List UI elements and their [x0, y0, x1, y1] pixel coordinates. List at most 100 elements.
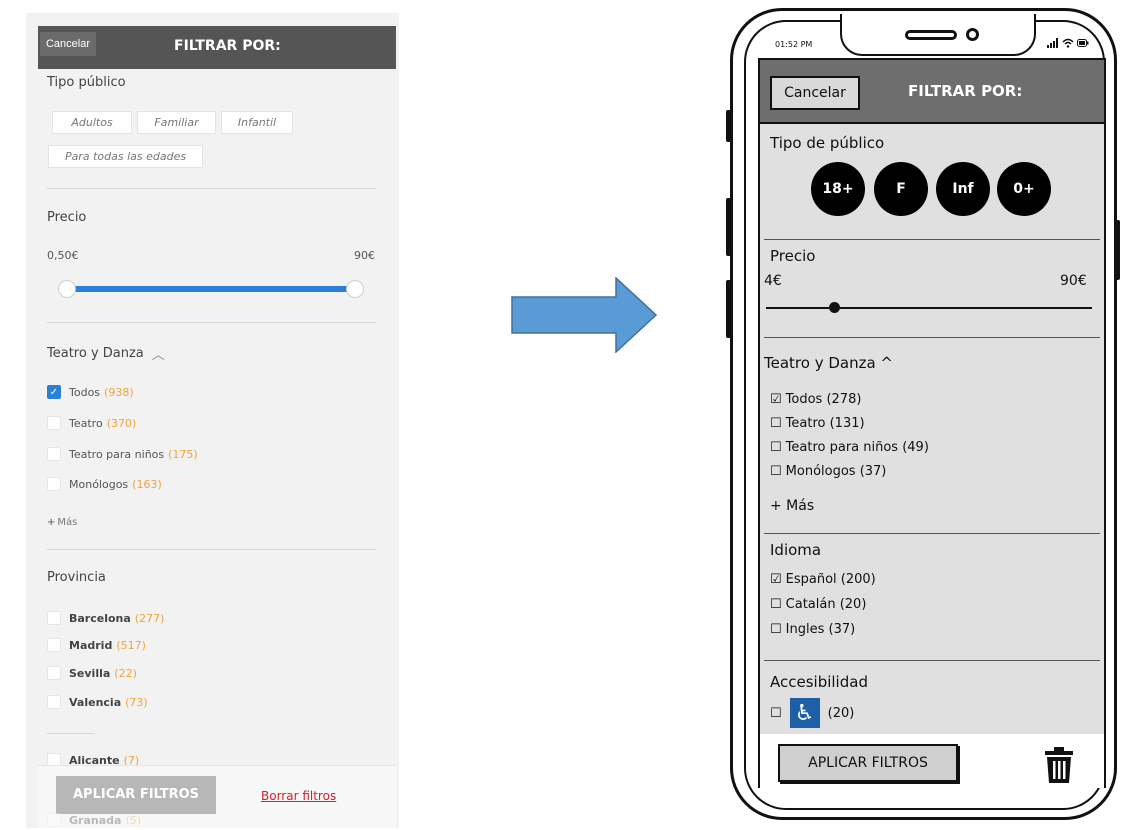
- count-badge: (938): [104, 385, 134, 399]
- chip-todas-edades[interactable]: Para todas las edades: [48, 145, 203, 168]
- theatre-section-title[interactable]: Teatro y Danza ^: [764, 354, 893, 372]
- chip-familiar[interactable]: Familiar: [137, 111, 216, 134]
- checkbox-label: Teatro: [69, 416, 103, 430]
- checkbox-row-teatro[interactable]: Teatro (370): [47, 414, 136, 432]
- checkbox-row-teatro-ninos[interactable]: ☐ Teatro para niños (49): [770, 440, 929, 455]
- checkbox-label: Español (200): [785, 572, 876, 587]
- status-icons: [1047, 38, 1089, 48]
- more-label: Más: [57, 516, 78, 528]
- price-max-label: 90€: [354, 249, 375, 262]
- count-badge: (370): [106, 416, 137, 430]
- language-section-title: Idioma: [770, 541, 822, 559]
- apply-filters-button[interactable]: APLICAR FILTROS: [778, 744, 958, 782]
- checkbox-label: Todos: [69, 385, 101, 399]
- cancel-button[interactable]: Cancelar: [770, 76, 860, 110]
- price-slider-handle[interactable]: [829, 302, 840, 313]
- price-slider-max-handle[interactable]: [346, 280, 364, 298]
- checkbox-row-espanol[interactable]: ☑ Español (200): [770, 572, 876, 587]
- filter-header: Cancelar FILTRAR POR:: [38, 26, 396, 69]
- checkbox-icon[interactable]: ☐: [770, 597, 782, 612]
- divider: [764, 533, 1100, 534]
- checkbox-row-todos[interactable]: ✓ Todos (938): [47, 383, 134, 401]
- clear-filters-link[interactable]: Borrar filtros: [261, 789, 336, 803]
- price-slider-min-handle[interactable]: [58, 280, 76, 298]
- price-slider-track[interactable]: [67, 286, 356, 292]
- count-badge: (163): [132, 477, 162, 491]
- audience-chip-family[interactable]: F: [874, 162, 928, 216]
- checkbox-row-todos[interactable]: ☑ Todos (278): [770, 392, 861, 407]
- checkbox-label: Barcelona: [69, 611, 131, 625]
- divider: [764, 660, 1100, 661]
- price-section-title: Precio: [770, 247, 816, 265]
- phone-side-button: [726, 280, 731, 338]
- phone-side-button: [1115, 220, 1120, 280]
- checkbox-label: Teatro para niños (49): [785, 440, 929, 455]
- checkbox-icon[interactable]: ☐: [770, 464, 782, 479]
- checkbox-row-barcelona[interactable]: Barcelona (277): [47, 609, 164, 627]
- checkbox[interactable]: [47, 666, 61, 680]
- checkbox[interactable]: [47, 447, 61, 461]
- chevron-up-icon: ︿: [151, 347, 165, 363]
- divider: [47, 549, 376, 550]
- checkbox-row-ingles[interactable]: ☐ Ingles (37): [770, 622, 855, 637]
- checkbox-row-catalan[interactable]: ☐ Catalán (20): [770, 597, 866, 612]
- checkbox-label: Todos (278): [785, 392, 862, 407]
- count-badge: (73): [125, 695, 148, 709]
- trash-icon[interactable]: [1042, 746, 1076, 784]
- checkbox-row-madrid[interactable]: Madrid (517): [47, 636, 146, 654]
- checkbox-row-teatro[interactable]: ☐ Teatro (131): [770, 416, 865, 431]
- checkbox-row-granada[interactable]: Granada (5): [47, 811, 141, 828]
- checkbox-row-monologos[interactable]: Monólogos (163): [47, 475, 162, 493]
- divider: [764, 337, 1100, 338]
- checkbox-label: Monólogos (37): [785, 464, 887, 479]
- checkbox-icon[interactable]: ☐: [770, 706, 782, 721]
- page-title: FILTRAR POR:: [174, 38, 281, 54]
- checkbox-row-monologos[interactable]: ☐ Monólogos (37): [770, 464, 886, 479]
- price-min-label: 0,50€: [47, 249, 79, 262]
- checkbox-icon[interactable]: ☐: [770, 440, 782, 455]
- divider: [764, 239, 1100, 240]
- more-link[interactable]: + Más: [770, 498, 814, 514]
- checkbox-icon[interactable]: ☐: [770, 622, 782, 637]
- more-link[interactable]: + Más: [47, 513, 77, 531]
- audience-chip-infant[interactable]: Inf: [936, 162, 990, 216]
- checkbox-checked-icon[interactable]: ☑: [770, 392, 782, 407]
- checkbox-checked-icon[interactable]: ✓: [47, 385, 61, 399]
- apply-filters-button[interactable]: APLICAR FILTROS: [56, 776, 216, 814]
- checkbox-checked-icon[interactable]: ☑: [770, 572, 782, 587]
- checkbox-label: Monólogos: [69, 477, 129, 491]
- checkbox[interactable]: [47, 638, 61, 652]
- checkbox[interactable]: [47, 477, 61, 491]
- status-time: 01:52 PM: [775, 40, 813, 49]
- checkbox-icon[interactable]: ☐: [770, 416, 782, 431]
- count-badge: (22): [114, 666, 137, 680]
- signal-icon: [1047, 38, 1058, 48]
- audience-section-title: Tipo público: [47, 75, 126, 90]
- audience-chip-all-ages[interactable]: 0+: [997, 162, 1051, 216]
- price-section-title: Precio: [47, 210, 87, 225]
- checkbox[interactable]: [47, 695, 61, 709]
- checkbox-row-valencia[interactable]: Valencia (73): [47, 693, 148, 711]
- checkbox-label: Catalán (20): [785, 597, 867, 612]
- checkbox-row-sevilla[interactable]: Sevilla (22): [47, 664, 137, 682]
- checkbox[interactable]: [47, 611, 61, 625]
- checkbox[interactable]: [47, 813, 61, 827]
- comparison-canvas: Cancelar FILTRAR POR: Tipo público Adult…: [0, 0, 1130, 830]
- checkbox-row-teatro-ninos[interactable]: Teatro para niños (175): [47, 445, 198, 463]
- wifi-icon: [1062, 38, 1074, 48]
- phone-side-button: [726, 110, 731, 142]
- audience-chip-adult[interactable]: 18+: [811, 162, 865, 216]
- price-slider-track[interactable]: [766, 307, 1092, 309]
- page-title: FILTRAR POR:: [908, 82, 1023, 100]
- checkbox-label: Valencia: [69, 695, 122, 709]
- checkbox-label: Madrid: [69, 638, 113, 652]
- checkbox-label: Sevilla: [69, 666, 111, 680]
- chip-infantil[interactable]: Infantil: [221, 111, 293, 134]
- theatre-section-header[interactable]: Teatro y Danza ︿: [47, 344, 165, 363]
- cancel-button[interactable]: Cancelar: [40, 32, 96, 56]
- checkbox[interactable]: [47, 416, 61, 430]
- checkbox-label: Ingles (37): [785, 622, 856, 637]
- chip-adultos[interactable]: Adultos: [52, 111, 132, 134]
- checkbox-row-accessibility[interactable]: ☐ ♿ (20): [770, 698, 854, 728]
- accessibility-count: (20): [827, 705, 855, 721]
